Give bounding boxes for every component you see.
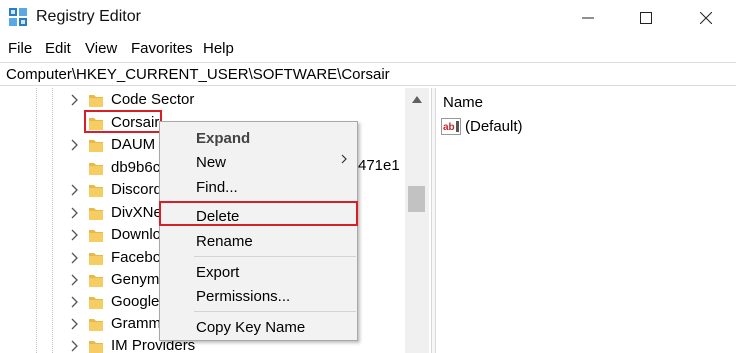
folder-icon bbox=[89, 297, 103, 309]
menu-bar: File Edit View Favorites Help bbox=[0, 38, 736, 60]
folder-icon bbox=[89, 275, 103, 287]
svg-text:ab: ab bbox=[443, 122, 455, 133]
menu-edit[interactable]: Edit bbox=[45, 40, 71, 57]
delete-highlight bbox=[159, 201, 358, 226]
folder-icon bbox=[89, 208, 103, 220]
tree-scrollbar[interactable] bbox=[405, 88, 429, 353]
folder-icon bbox=[89, 163, 103, 175]
minimize-icon bbox=[582, 17, 594, 19]
scroll-up-icon[interactable] bbox=[412, 96, 422, 103]
chevron-right-icon[interactable] bbox=[70, 252, 80, 264]
chevron-right-icon[interactable] bbox=[70, 207, 80, 219]
address-bar[interactable]: Computer\HKEY_CURRENT_USER\SOFTWARE\Cors… bbox=[0, 62, 736, 86]
menu-item-export[interactable]: Export bbox=[196, 264, 239, 281]
menu-view[interactable]: View bbox=[85, 40, 117, 57]
tree-item-label: Google bbox=[111, 293, 160, 310]
selection-highlight bbox=[84, 110, 162, 133]
close-button[interactable] bbox=[683, 0, 729, 36]
value-row-name[interactable]: (Default) bbox=[465, 118, 523, 135]
tree-item-label: Gramm bbox=[111, 315, 161, 332]
menu-item-rename[interactable]: Rename bbox=[196, 233, 253, 250]
tree-item-label: DAUM bbox=[111, 136, 156, 153]
address-path[interactable]: Computer\HKEY_CURRENT_USER\SOFTWARE\Cors… bbox=[6, 66, 390, 83]
menu-item-copy-key-name[interactable]: Copy Key Name bbox=[196, 319, 305, 336]
title-bar: Registry Editor bbox=[0, 0, 736, 36]
tree-item[interactable]: Code Sector bbox=[0, 88, 410, 112]
tree-item-label: Code Sector bbox=[111, 91, 195, 108]
registry-editor-icon bbox=[9, 8, 27, 26]
scroll-thumb[interactable] bbox=[408, 186, 425, 212]
chevron-right-icon[interactable] bbox=[70, 229, 80, 241]
folder-icon bbox=[89, 230, 103, 242]
chevron-right-icon[interactable] bbox=[70, 274, 80, 286]
chevron-right-icon bbox=[341, 154, 347, 164]
menu-favorites[interactable]: Favorites bbox=[131, 40, 193, 57]
context-menu: Expand New Find... Delete Rename Export … bbox=[159, 121, 358, 341]
menu-separator bbox=[194, 256, 356, 257]
chevron-right-icon[interactable] bbox=[70, 296, 80, 308]
maximize-button[interactable] bbox=[623, 0, 669, 36]
folder-icon bbox=[89, 185, 103, 197]
tree-item-label: Discord bbox=[111, 181, 162, 198]
close-icon bbox=[700, 12, 712, 24]
folder-icon bbox=[89, 319, 103, 331]
folder-icon bbox=[89, 253, 103, 265]
chevron-right-icon[interactable] bbox=[70, 139, 80, 151]
chevron-right-icon[interactable] bbox=[70, 94, 80, 106]
menu-file[interactable]: File bbox=[8, 40, 32, 57]
menu-help[interactable]: Help bbox=[203, 40, 234, 57]
column-header-name[interactable]: Name bbox=[443, 94, 483, 111]
folder-icon bbox=[89, 95, 103, 107]
folder-icon bbox=[89, 341, 103, 353]
tree-item-label: Genym bbox=[111, 271, 160, 288]
minimize-button[interactable] bbox=[565, 0, 611, 36]
menu-separator bbox=[194, 311, 356, 312]
tree-item-label: DivXNe bbox=[111, 204, 162, 221]
maximize-icon bbox=[640, 12, 652, 24]
menu-item-find[interactable]: Find... bbox=[196, 179, 238, 196]
chevron-right-icon[interactable] bbox=[70, 184, 80, 196]
menu-item-permissions[interactable]: Permissions... bbox=[196, 288, 290, 305]
menu-item-new[interactable]: New bbox=[196, 154, 226, 171]
tree-item-label: db9b6c bbox=[111, 159, 161, 176]
chevron-right-icon[interactable] bbox=[70, 340, 80, 352]
window-title: Registry Editor bbox=[36, 8, 141, 25]
string-value-icon: ab bbox=[441, 118, 461, 135]
menu-item-expand[interactable]: Expand bbox=[196, 130, 250, 147]
folder-icon bbox=[89, 140, 103, 152]
chevron-right-icon[interactable] bbox=[70, 318, 80, 330]
truncated-key-name: 471e1 bbox=[358, 157, 400, 174]
tree-item-label: Facebo bbox=[111, 249, 162, 266]
tree-item-label: Downlo bbox=[111, 226, 162, 243]
